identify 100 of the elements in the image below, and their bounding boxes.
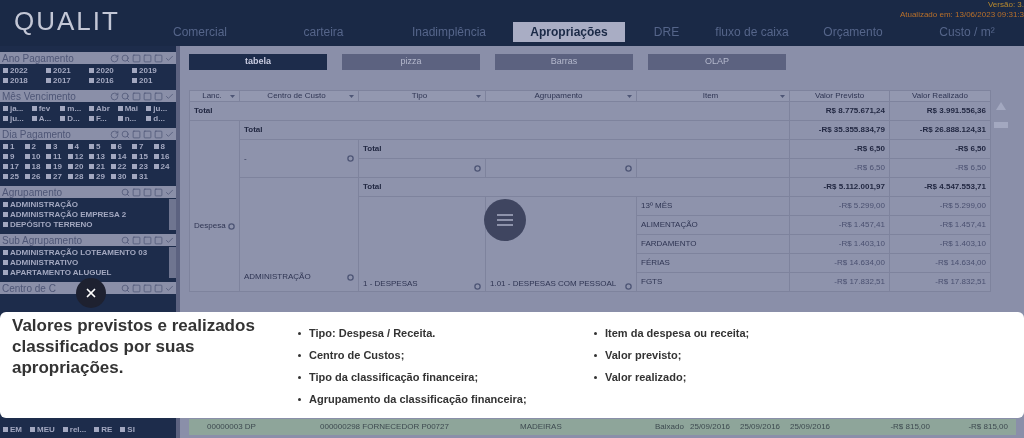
filter-option[interactable]: D...	[60, 114, 87, 123]
gear-icon[interactable]	[474, 283, 481, 290]
gear-icon[interactable]	[625, 164, 632, 172]
check-icon[interactable]	[165, 91, 174, 101]
filter-option[interactable]: 13	[89, 152, 109, 161]
filter-option[interactable]: 16	[153, 152, 173, 161]
filter-option[interactable]: n...	[117, 114, 145, 123]
column-header[interactable]: Agrupamento	[485, 90, 637, 102]
square-icon[interactable]	[132, 187, 141, 197]
filter-option[interactable]: 10	[24, 152, 44, 161]
filter-option[interactable]: 27	[46, 172, 66, 181]
gear-icon[interactable]	[474, 164, 481, 172]
filter-option[interactable]: 2021	[46, 66, 87, 75]
refresh-icon[interactable]	[110, 129, 119, 139]
view-button[interactable]: pizza	[342, 54, 480, 70]
gear-icon[interactable]	[347, 155, 354, 162]
square-icon[interactable]	[143, 283, 152, 293]
filter-option[interactable]: 9	[3, 152, 23, 161]
caret-icon[interactable]	[627, 94, 632, 98]
search-icon[interactable]	[121, 235, 130, 245]
square-icon[interactable]	[154, 235, 163, 245]
search-icon[interactable]	[121, 283, 130, 293]
check-icon[interactable]	[165, 283, 174, 293]
gear-icon[interactable]	[347, 273, 354, 281]
square-icon[interactable]	[143, 91, 152, 101]
square-icon[interactable]	[154, 187, 163, 197]
column-header[interactable]: Lanc.	[189, 90, 240, 102]
filter-option[interactable]: 17	[3, 162, 23, 171]
filter-option[interactable]: rel...	[62, 425, 87, 434]
scrollbar[interactable]	[169, 247, 176, 278]
check-icon[interactable]	[165, 53, 174, 63]
filter-option[interactable]: 2	[24, 142, 44, 151]
filter-option[interactable]: 31	[132, 172, 152, 181]
search-icon[interactable]	[121, 187, 130, 197]
square-icon[interactable]	[132, 283, 141, 293]
filter-option[interactable]: F...	[89, 114, 116, 123]
gear-icon[interactable]	[228, 222, 235, 230]
square-icon[interactable]	[132, 53, 141, 63]
filter-option[interactable]: Mai	[117, 104, 145, 113]
column-header[interactable]: Item	[636, 90, 790, 102]
filter-option[interactable]: 21	[89, 162, 109, 171]
square-icon[interactable]	[154, 91, 163, 101]
filter-option[interactable]: 26	[24, 172, 44, 181]
check-icon[interactable]	[165, 235, 174, 245]
filter-option[interactable]: 6	[110, 142, 130, 151]
square-icon[interactable]	[143, 235, 152, 245]
filter-option[interactable]: ju...	[3, 114, 30, 123]
filter-option[interactable]: ju...	[146, 104, 173, 113]
filter-option[interactable]: SI	[120, 425, 135, 434]
view-button[interactable]: tabela	[189, 54, 327, 70]
filter-option[interactable]: ADMINISTRAÇÃO LOTEAMENTO 03	[3, 248, 166, 257]
filter-option[interactable]: ja...	[3, 104, 30, 113]
filter-option[interactable]: d...	[146, 114, 173, 123]
column-header[interactable]: Valor Realizado	[889, 90, 991, 102]
filter-option[interactable]: ADMINISTRAÇÃO EMPRESA 2	[3, 210, 166, 219]
refresh-icon[interactable]	[110, 53, 119, 63]
square-icon[interactable]	[143, 187, 152, 197]
search-icon[interactable]	[121, 53, 130, 63]
filter-option[interactable]: 2018	[3, 76, 44, 85]
filter-option[interactable]: 1	[3, 142, 23, 151]
filter-option[interactable]: 4	[67, 142, 87, 151]
filter-option[interactable]: 2022	[3, 66, 44, 75]
gear-icon[interactable]	[625, 283, 632, 290]
column-header[interactable]: Centro de Custo	[239, 90, 359, 102]
square-icon[interactable]	[143, 129, 152, 139]
scroll-thumb[interactable]	[994, 122, 1008, 128]
square-icon[interactable]	[132, 129, 141, 139]
filter-option[interactable]: 8	[153, 142, 173, 151]
square-icon[interactable]	[154, 53, 163, 63]
square-icon[interactable]	[132, 91, 141, 101]
filter-option[interactable]: A...	[31, 114, 59, 123]
scrollbar[interactable]	[169, 199, 176, 230]
filter-option[interactable]: 25	[3, 172, 23, 181]
view-button[interactable]: OLAP	[648, 54, 786, 70]
column-header[interactable]: Tipo	[358, 90, 486, 102]
filter-option[interactable]: Abr	[89, 104, 116, 113]
filter-option[interactable]: 2016	[89, 76, 130, 85]
filter-option[interactable]: 15	[132, 152, 152, 161]
filter-option[interactable]: 201	[132, 76, 173, 85]
filter-option[interactable]: 7	[132, 142, 152, 151]
filter-option[interactable]: fev	[31, 104, 59, 113]
filter-option[interactable]: m...	[60, 104, 87, 113]
filter-option[interactable]: 22	[110, 162, 130, 171]
view-button[interactable]: Barras	[495, 54, 633, 70]
caret-icon[interactable]	[780, 94, 785, 98]
filter-option[interactable]: 30	[110, 172, 130, 181]
square-icon[interactable]	[154, 129, 163, 139]
caret-icon[interactable]	[349, 94, 354, 98]
square-icon[interactable]	[143, 53, 152, 63]
filter-option[interactable]: RE	[94, 425, 113, 434]
caret-icon[interactable]	[230, 94, 235, 98]
column-header[interactable]: Valor Previsto	[789, 90, 890, 102]
filter-option[interactable]: DEPÓSITO TERRENO	[3, 220, 166, 229]
filter-option[interactable]: 23	[132, 162, 152, 171]
filter-option[interactable]: 18	[24, 162, 44, 171]
filter-option[interactable]: 12	[67, 152, 87, 161]
nav-tab[interactable]: Apropriações	[513, 22, 625, 42]
caret-icon[interactable]	[476, 94, 481, 98]
check-icon[interactable]	[165, 187, 174, 197]
check-icon[interactable]	[165, 129, 174, 139]
